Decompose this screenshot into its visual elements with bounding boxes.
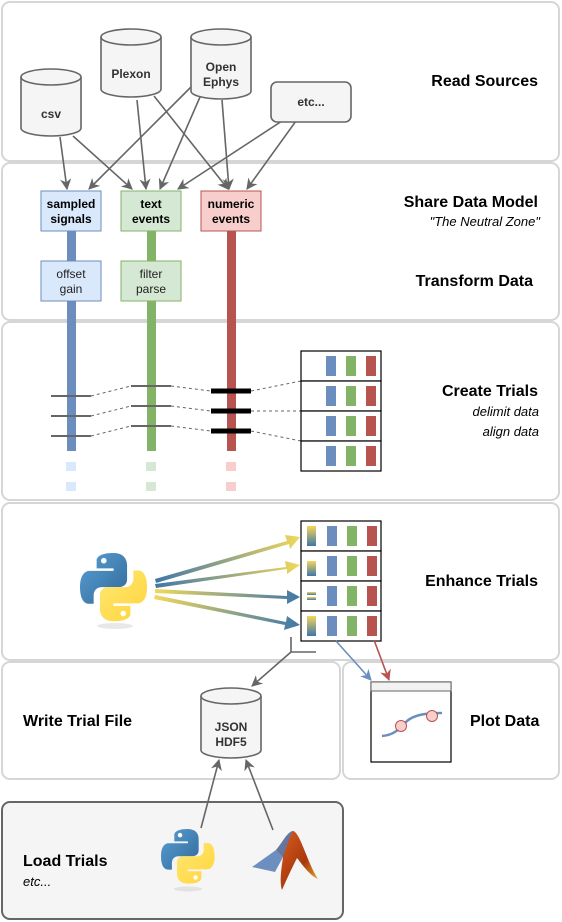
enhance-trials-title: Enhance Trials <box>425 573 538 590</box>
numeric-events-cell <box>367 556 377 576</box>
numeric-events-stream <box>227 230 236 451</box>
trial-file-format-2: HDF5 <box>215 735 247 749</box>
model-sampled-signals-line-1: sampled <box>47 197 96 211</box>
model-sampled-signals: sampled signals <box>40 190 102 232</box>
plot-window-titlebar <box>370 681 452 692</box>
source-plexon-label: Plexon <box>111 67 150 81</box>
numeric-events-cell <box>367 586 377 606</box>
write-trial-file-title: Write Trial File <box>23 713 132 730</box>
text-events-cell <box>346 386 356 406</box>
transform-filter-parse: filter parse <box>120 260 182 302</box>
derived-data-cell <box>307 597 316 600</box>
numeric-events-cell <box>367 616 377 636</box>
derived-data-cell <box>307 526 316 546</box>
sampled-signals-cell <box>326 386 336 406</box>
source-open-ephys-label-1: Open <box>206 60 237 74</box>
sampled-signals-cell <box>326 356 336 376</box>
source-plexon: Plexon <box>100 28 162 98</box>
model-text-events-line-2: events <box>132 212 170 226</box>
share-data-model-subtitle: "The Neutral Zone" <box>430 214 542 229</box>
source-etc: etc... <box>270 81 352 123</box>
derived-data-cell <box>307 616 316 636</box>
python-logo-shadow <box>97 623 133 629</box>
plot-point <box>426 710 438 722</box>
model-numeric-events: numeric events <box>200 190 262 232</box>
sampled-signals-cell <box>327 526 337 546</box>
transform-offset-gain-line-2: gain <box>60 282 83 296</box>
transform-filter-parse-line-1: filter <box>140 267 163 281</box>
enhanced-trials-table <box>300 520 382 642</box>
load-trials-title: Load Trials <box>23 853 108 870</box>
source-csv: csv <box>20 68 82 137</box>
numeric-events-cell <box>366 446 376 466</box>
derived-data-cell <box>307 561 316 576</box>
source-open-ephys: Open Ephys <box>190 28 252 100</box>
numeric-events-cell <box>366 356 376 376</box>
pipeline-diagram: Read Sources Share Data Model "The Neutr… <box>1 1 560 920</box>
sampled-signals-cell <box>327 586 337 606</box>
share-data-model-title: Share Data Model <box>404 194 538 211</box>
sampled-signals-cell <box>326 416 336 436</box>
source-csv-label: csv <box>41 107 61 121</box>
create-trials-title: Create Trials <box>442 383 538 400</box>
plot-point <box>395 720 407 732</box>
source-etc-label: etc... <box>297 95 324 109</box>
transform-filter-parse-line-2: parse <box>136 282 166 296</box>
text-events-cell <box>346 416 356 436</box>
numeric-events-cell <box>366 386 376 406</box>
numeric-events-cell <box>367 526 377 546</box>
model-numeric-events-line-2: events <box>212 212 250 226</box>
text-events-cell <box>347 616 357 636</box>
create-trials-line-2: align data <box>483 424 539 439</box>
numeric-events-cell <box>366 416 376 436</box>
load-trials-subtitle: etc... <box>23 874 51 889</box>
model-text-events-line-1: text <box>140 197 161 211</box>
python-logo-shadow <box>174 886 202 892</box>
sampled-signals-cell <box>327 616 337 636</box>
model-numeric-events-line-1: numeric <box>208 197 255 211</box>
read-sources-title: Read Sources <box>431 73 538 90</box>
transform-data-title: Transform Data <box>416 273 533 290</box>
plot-window <box>370 681 452 763</box>
transform-offset-gain: offset gain <box>40 260 102 302</box>
trial-file-store: JSON HDF5 <box>200 687 262 759</box>
source-open-ephys-label-2: Ephys <box>203 75 239 89</box>
text-events-cell <box>346 356 356 376</box>
sampled-signals-cell <box>327 556 337 576</box>
sampled-signals-cell <box>326 446 336 466</box>
transform-offset-gain-line-1: offset <box>56 267 86 281</box>
trials-table <box>300 350 382 472</box>
model-text-events: text events <box>120 190 182 232</box>
create-trials-line-1: delimit data <box>473 404 539 419</box>
trial-file-format-1: JSON <box>215 720 248 734</box>
text-events-cell <box>347 526 357 546</box>
text-events-cell <box>347 586 357 606</box>
derived-data-cell <box>307 592 316 595</box>
text-events-cell <box>347 556 357 576</box>
text-events-cell <box>346 446 356 466</box>
plot-data-title: Plot Data <box>470 713 539 730</box>
model-sampled-signals-line-2: signals <box>50 212 92 226</box>
